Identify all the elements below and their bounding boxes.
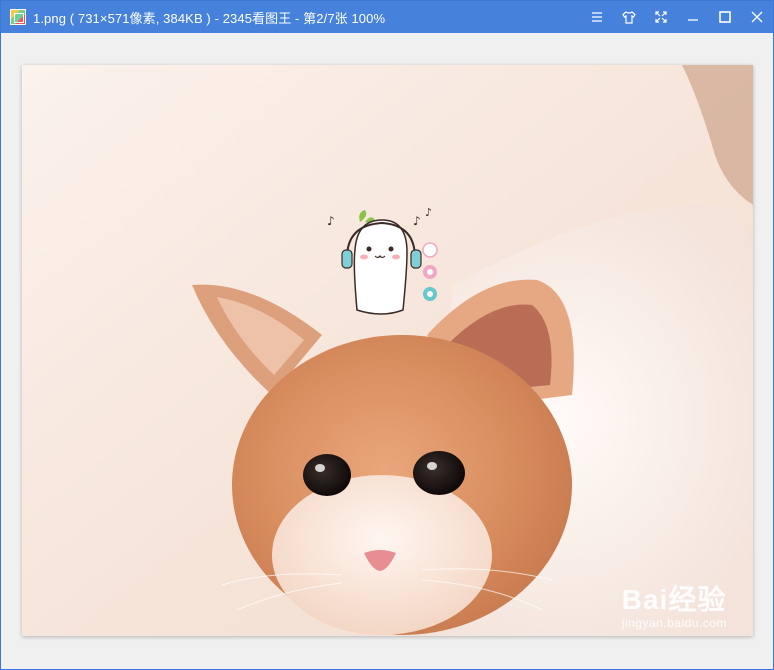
minimize-icon [688,19,698,21]
window-controls [581,1,773,33]
maximize-button[interactable] [709,1,741,33]
menu-button[interactable] [581,1,613,33]
app-icon [10,9,26,25]
svg-text:♪: ♪ [327,214,335,228]
shirt-icon [622,10,636,24]
image-canvas[interactable]: ♪ ♪ ♪ Bai经验 jingyan.baidu.com [1,33,773,669]
svg-text:♪: ♪ [425,206,432,219]
fullscreen-button[interactable] [645,1,677,33]
menu-icon [592,12,602,22]
kitten-photo: ♪ ♪ ♪ Bai经验 jingyan.baidu.com [22,65,753,636]
close-button[interactable] [741,1,773,33]
baidu-watermark: Bai经验 jingyan.baidu.com [622,578,727,630]
watermark-brand-text: Bai经验 [621,584,727,615]
minimize-button[interactable] [677,1,709,33]
title-bar[interactable]: 1.png ( 731×571像素, 384KB ) - 2345看图王 - 第… [1,1,773,33]
maximize-icon [719,11,731,23]
watermark-brand: Bai经验 [622,578,727,618]
kitten-image: ♪ ♪ ♪ [22,65,753,636]
svg-text:♪: ♪ [413,214,421,228]
close-icon [751,11,763,23]
watermark-url: jingyan.baidu.com [621,616,727,630]
skin-button[interactable] [613,1,645,33]
fullscreen-icon [655,11,667,23]
image-viewer-window: 1.png ( 731×571像素, 384KB ) - 2345看图王 - 第… [0,0,774,670]
window-title: 1.png ( 731×571像素, 384KB ) - 2345看图王 - 第… [33,10,386,26]
